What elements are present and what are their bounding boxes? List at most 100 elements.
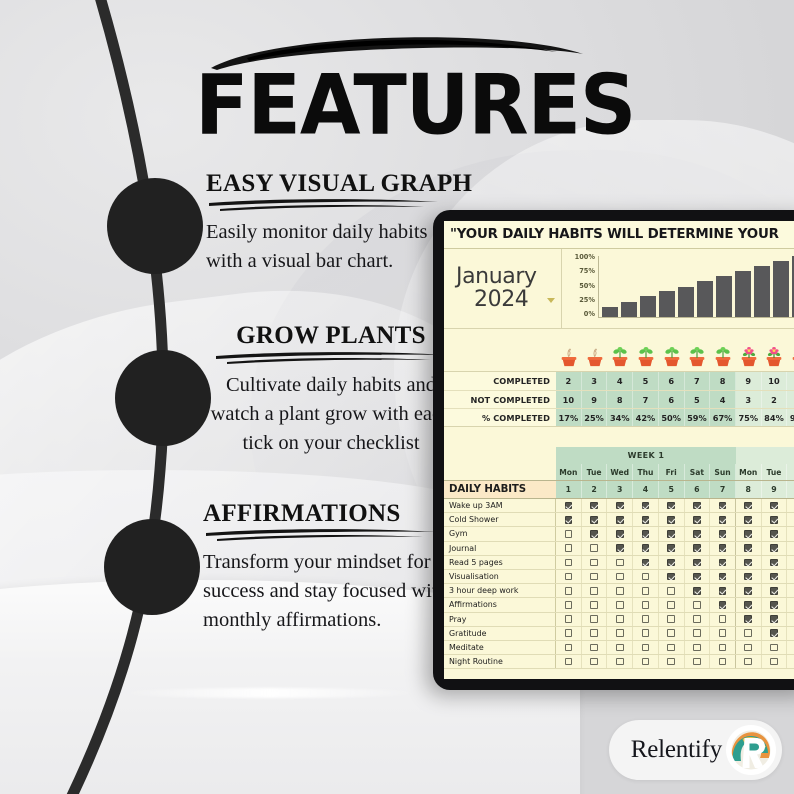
habit-check-cell[interactable] [659,513,685,527]
checkbox-unchecked-icon[interactable] [615,615,624,623]
checkbox-unchecked-icon[interactable] [667,643,675,652]
habit-check-cell[interactable] [582,513,608,527]
checkbox-checked-icon[interactable] [641,501,650,510]
checkbox-checked-icon[interactable] [667,572,675,581]
habit-check-cell[interactable] [710,499,736,513]
habit-check-cell[interactable] [659,569,685,584]
table-row[interactable]: Gym [444,527,794,542]
habit-check-cell[interactable] [659,626,685,640]
habit-check-cell[interactable] [736,513,762,527]
checkbox-checked-icon[interactable] [718,544,727,552]
habit-check-cell[interactable] [787,598,794,611]
habit-check-cell[interactable] [762,640,788,655]
habit-check-cell[interactable] [736,569,762,584]
checkbox-unchecked-icon[interactable] [744,643,753,652]
checkbox-checked-icon[interactable] [590,501,598,510]
habit-check-cell[interactable] [556,626,582,640]
checkbox-unchecked-icon[interactable] [693,643,701,652]
habit-check-cell[interactable] [710,655,736,669]
checkbox-checked-icon[interactable] [744,601,753,609]
habit-check-cell[interactable] [710,527,736,541]
checkbox-unchecked-icon[interactable] [615,572,624,581]
checkbox-unchecked-icon[interactable] [744,629,753,638]
habit-check-cell[interactable] [685,569,711,584]
checkbox-checked-icon[interactable] [564,515,573,524]
checkbox-unchecked-icon[interactable] [641,572,650,581]
habit-check-cell[interactable] [787,499,794,512]
checkbox-checked-icon[interactable] [667,558,675,567]
habit-check-cell[interactable] [736,640,762,655]
habit-check-cell[interactable] [762,569,788,584]
checkbox-unchecked-icon[interactable] [770,643,778,652]
table-row[interactable]: Read 5 pages [444,555,794,570]
habit-check-cell[interactable] [736,499,762,513]
habit-check-cell[interactable] [736,655,762,669]
table-row[interactable]: Affirmations [444,598,794,613]
checkbox-unchecked-icon[interactable] [667,629,675,638]
habit-check-cell[interactable] [607,584,634,598]
habit-check-cell[interactable] [685,555,711,569]
checkbox-unchecked-icon[interactable] [564,615,573,623]
habit-check-cell[interactable] [556,555,582,569]
habit-check-cell[interactable] [685,640,711,655]
habit-check-cell[interactable] [607,569,634,584]
checkbox-unchecked-icon[interactable] [590,558,598,567]
checkbox-checked-icon[interactable] [744,572,753,581]
checkbox-checked-icon[interactable] [718,572,727,581]
checkbox-unchecked-icon[interactable] [770,657,778,666]
table-row[interactable]: Wake up 3AM [444,499,794,514]
habit-check-cell[interactable] [607,555,634,569]
checkbox-checked-icon[interactable] [641,558,650,567]
habit-check-cell[interactable] [556,655,582,669]
habit-check-cell[interactable] [685,584,711,598]
table-row[interactable]: Visualisation [444,569,794,585]
checkbox-checked-icon[interactable] [693,515,701,524]
habit-check-cell[interactable] [633,598,659,612]
table-row[interactable]: Journal [444,541,794,556]
checkbox-unchecked-icon[interactable] [615,629,624,638]
habit-check-cell[interactable] [787,641,794,654]
habit-check-cell[interactable] [659,655,685,669]
checkbox-checked-icon[interactable] [744,501,753,510]
checkbox-checked-icon[interactable] [770,572,778,581]
habit-check-cell[interactable] [582,626,608,640]
checkbox-unchecked-icon[interactable] [693,601,701,609]
habit-check-cell[interactable] [633,640,659,655]
habit-check-cell[interactable] [736,626,762,640]
habit-check-cell[interactable] [633,655,659,669]
checkbox-checked-icon[interactable] [693,586,701,595]
habit-check-cell[interactable] [685,598,711,612]
table-row[interactable]: Cold Shower [444,513,794,528]
habit-check-cell[interactable] [556,612,582,626]
habit-check-cell[interactable] [787,570,794,583]
habit-check-cell[interactable] [607,655,634,669]
checkbox-unchecked-icon[interactable] [641,615,650,623]
checkbox-checked-icon[interactable] [693,572,701,581]
checkbox-checked-icon[interactable] [770,558,778,567]
habit-check-cell[interactable] [556,584,582,598]
checkbox-unchecked-icon[interactable] [693,657,701,666]
checkbox-checked-icon[interactable] [770,586,778,595]
checkbox-unchecked-icon[interactable] [693,615,701,623]
checkbox-checked-icon[interactable] [590,530,598,538]
habit-check-cell[interactable] [633,527,659,541]
habit-check-cell[interactable] [659,499,685,513]
habit-check-cell[interactable] [710,513,736,527]
habit-check-cell[interactable] [736,555,762,569]
checkbox-checked-icon[interactable] [744,615,753,623]
checkbox-unchecked-icon[interactable] [590,544,598,552]
habit-check-cell[interactable] [685,612,711,626]
checkbox-unchecked-icon[interactable] [564,601,573,609]
habit-check-cell[interactable] [659,541,685,555]
habit-check-cell[interactable] [787,584,794,597]
habit-check-cell[interactable] [633,555,659,569]
checkbox-checked-icon[interactable] [718,586,727,595]
checkbox-unchecked-icon[interactable] [641,586,650,595]
habit-check-cell[interactable] [736,584,762,598]
habit-check-cell[interactable] [762,584,788,598]
habit-check-cell[interactable] [582,598,608,612]
habit-check-cell[interactable] [685,626,711,640]
caret-down-icon[interactable] [547,298,555,303]
habit-check-cell[interactable] [633,513,659,527]
habit-check-cell[interactable] [659,598,685,612]
